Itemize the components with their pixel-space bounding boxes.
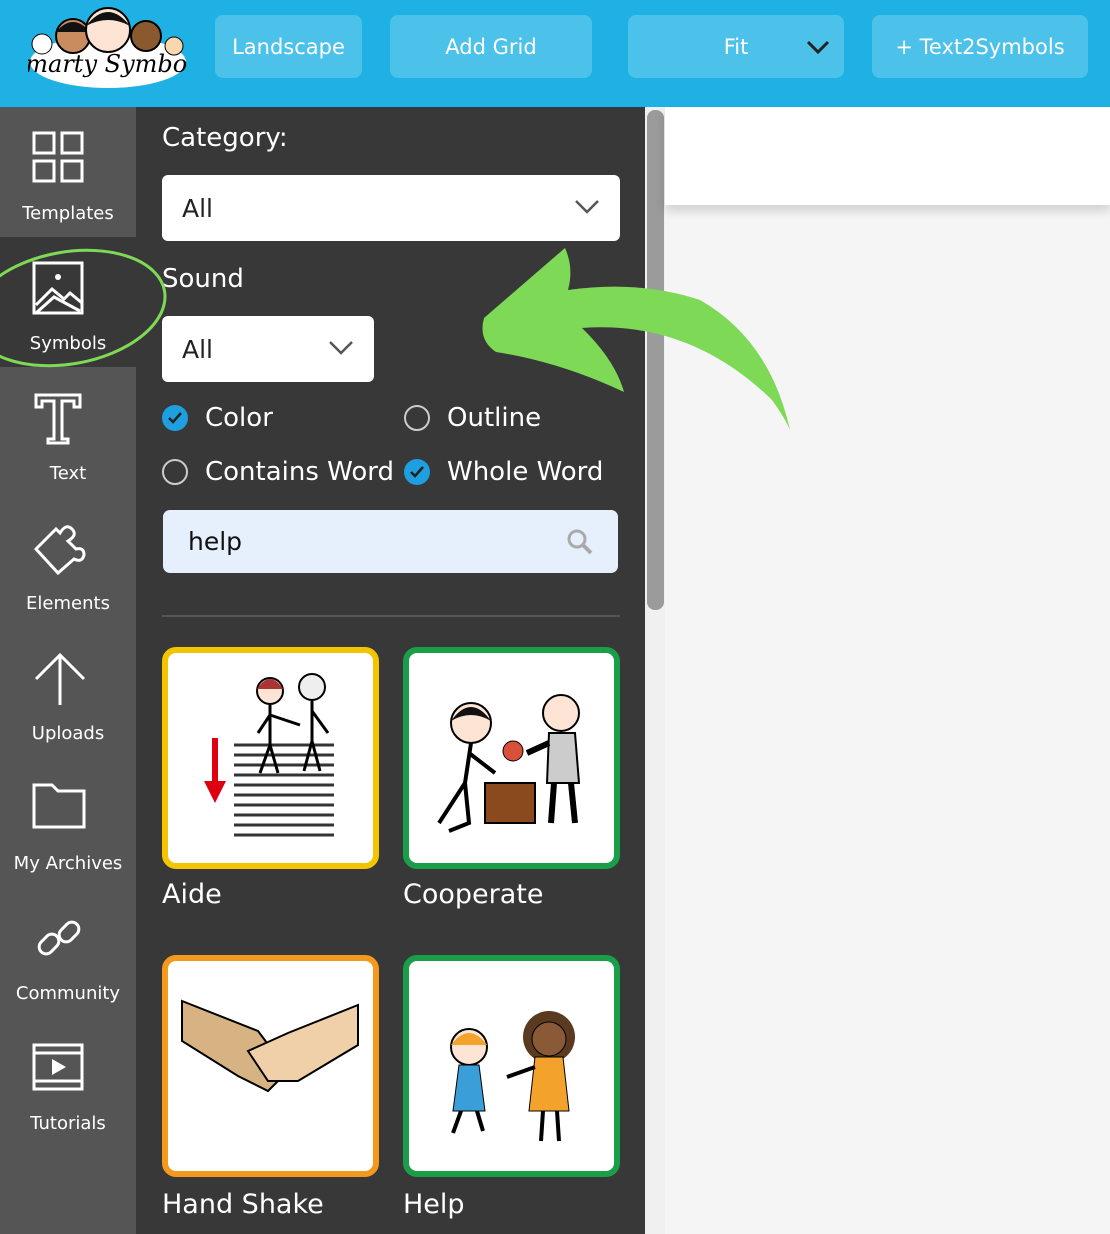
search-value: help [188, 527, 243, 556]
sound-label: Sound [162, 264, 244, 294]
whole-word-label: Whole Word [447, 457, 604, 487]
text2symbols-button[interactable]: + Text2Symbols [872, 15, 1088, 78]
whole-word-option[interactable]: Whole Word [404, 457, 603, 487]
divider [162, 615, 620, 617]
cooperate-symbol-image [437, 694, 581, 833]
sound-select[interactable]: All [162, 316, 374, 382]
contains-word-label: Contains Word [205, 457, 395, 487]
puzzle-icon [33, 525, 86, 576]
sidebar: Templates Symbols Text Elements Uploads … [0, 107, 136, 1234]
chevron-down-icon [575, 200, 599, 214]
sidebar-item-community[interactable]: Community [0, 887, 136, 1017]
category-select[interactable]: All [162, 175, 620, 241]
folder-icon [32, 783, 86, 829]
checked-icon [404, 459, 430, 485]
color-option[interactable]: Color [162, 403, 273, 433]
hand-shake-symbol-image [181, 999, 359, 1093]
sidebar-item-label: Uploads [31, 723, 105, 744]
landscape-label: Landscape [232, 34, 345, 59]
text2symbols-label: + Text2Symbols [895, 34, 1065, 59]
sidebar-item-my-archives[interactable]: My Archives [0, 757, 136, 887]
text-icon [34, 393, 82, 445]
symbol-label: Cooperate [403, 879, 544, 910]
sidebar-item-text[interactable]: Text [0, 367, 136, 497]
sidebar-item-label: Elements [26, 593, 110, 614]
sidebar-item-tutorials[interactable]: Tutorials [0, 1017, 136, 1147]
symbol-label: Help [403, 1189, 465, 1220]
sidebar-item-label: Community [15, 983, 121, 1004]
radio-unchecked-icon [404, 405, 430, 431]
chevron-down-icon [806, 40, 830, 55]
outline-option-label: Outline [447, 403, 542, 433]
search-input[interactable]: help [163, 510, 618, 573]
scrollbar-thumb[interactable] [647, 110, 664, 610]
color-option-label: Color [205, 403, 273, 433]
symbol-card-aide[interactable] [162, 647, 379, 869]
svg-text:Smarty Symbols: Smarty Symbols [28, 50, 188, 78]
image-icon [32, 261, 84, 315]
checked-icon [162, 405, 188, 431]
sidebar-item-templates[interactable]: Templates [0, 107, 136, 237]
sidebar-item-symbols[interactable]: Symbols [0, 237, 136, 367]
sidebar-item-label: My Archives [13, 853, 123, 874]
symbol-card-help[interactable] [403, 955, 620, 1177]
film-icon [32, 1043, 84, 1091]
sidebar-item-label: Templates [22, 203, 114, 224]
sidebar-item-elements[interactable]: Elements [0, 497, 136, 627]
sidebar-item-uploads[interactable]: Uploads [0, 627, 136, 757]
landscape-button[interactable]: Landscape [215, 15, 362, 78]
add-grid-button[interactable]: Add Grid [390, 15, 592, 78]
contains-word-option[interactable]: Contains Word [162, 457, 394, 487]
link-icon [37, 920, 81, 956]
top-bar: Smarty Symbols Landscape Add Grid Fit + … [0, 0, 1110, 107]
category-value: All [182, 193, 213, 223]
smarty-symbols-logo[interactable]: Smarty Symbols [28, 4, 188, 92]
symbol-card-hand-shake[interactable] [162, 955, 379, 1177]
symbol-card-cooperate[interactable] [403, 647, 620, 869]
search-icon[interactable] [566, 528, 594, 556]
sidebar-item-label: Symbols [29, 333, 107, 354]
add-grid-label: Add Grid [445, 34, 537, 59]
outline-option[interactable]: Outline [404, 403, 541, 433]
symbols-panel: Category: All Sound All Color Outline Co… [136, 107, 645, 1234]
chevron-down-icon [329, 341, 353, 355]
symbol-label: Hand Shake [162, 1189, 324, 1220]
grid-icon [32, 131, 84, 183]
sidebar-item-label: Text [49, 463, 87, 484]
radio-unchecked-icon [162, 459, 188, 485]
help-symbol-image [450, 1011, 575, 1142]
category-label: Category: [162, 123, 288, 153]
fit-label: Fit [723, 34, 749, 59]
arrow-up-icon [34, 652, 86, 705]
sound-value: All [182, 334, 213, 364]
sidebar-item-label: Tutorials [30, 1113, 106, 1134]
symbol-label: Aide [162, 879, 222, 910]
aide-symbol-image [204, 673, 334, 837]
fit-dropdown[interactable]: Fit [628, 15, 844, 78]
canvas-page[interactable] [665, 107, 1110, 205]
panel-scrollbar[interactable] [645, 107, 665, 1234]
